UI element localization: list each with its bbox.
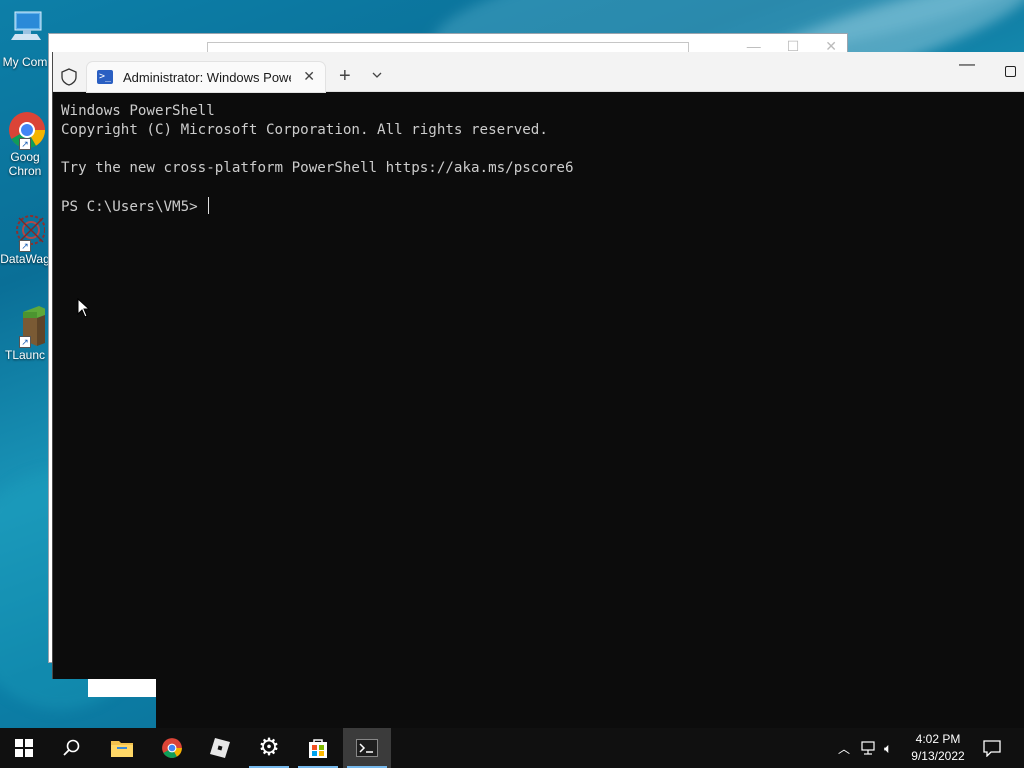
maximize-button[interactable]	[1005, 66, 1016, 77]
chrome-icon: ↗	[5, 108, 46, 150]
prompt-text: PS C:\Users\VM5>	[61, 199, 207, 215]
close-tab-icon[interactable]: ✕	[303, 68, 315, 85]
windows-logo-icon	[15, 739, 33, 757]
console-output[interactable]: Windows PowerShell Copyright (C) Microsof…	[61, 102, 1011, 217]
mouse-pointer-icon	[77, 298, 91, 318]
clock-date: 9/13/2022	[911, 749, 965, 763]
prompt-line[interactable]: PS C:\Users\VM5>	[61, 197, 1011, 217]
roblox-icon	[210, 738, 230, 758]
terminal-icon	[356, 739, 378, 757]
window-fragment	[88, 679, 156, 697]
clock-time: 4:02 PM	[915, 732, 961, 746]
powershell-icon: >_	[97, 70, 113, 84]
search-icon	[63, 739, 80, 756]
taskbar-chrome[interactable]	[148, 728, 196, 768]
console-line: Copyright (C) Microsoft Corporation. All…	[61, 122, 548, 138]
minimize-button[interactable]: —	[959, 56, 975, 74]
chrome-icon	[162, 738, 182, 758]
taskbar-store[interactable]	[294, 728, 342, 768]
chevron-up-icon[interactable]: ︿	[838, 740, 850, 757]
action-center-button[interactable]	[970, 728, 1014, 768]
folder-icon	[111, 741, 133, 757]
desktop-icon-label: Goog Chron	[8, 150, 42, 178]
network-icon[interactable]	[860, 740, 878, 756]
system-tray: ︿ 🔈︎	[838, 728, 892, 768]
text-caret	[208, 197, 210, 214]
tab-title: Administrator: Windows Powe	[123, 69, 291, 85]
shortcut-arrow-icon: ↗	[19, 138, 31, 150]
volume-icon[interactable]: 🔈︎	[884, 740, 892, 757]
taskbar-clock[interactable]: 4:02 PM 9/13/2022	[906, 731, 970, 765]
search-button[interactable]	[48, 728, 96, 768]
shield-icon	[61, 68, 77, 86]
console-line: Try the new cross-platform PowerShell ht…	[61, 160, 574, 176]
taskbar-terminal[interactable]	[343, 728, 391, 768]
console-line: Windows PowerShell	[61, 103, 215, 119]
start-button[interactable]	[0, 728, 48, 768]
window-fragment	[156, 679, 1024, 728]
desktop-icon-label: DataWag	[0, 252, 50, 266]
terminal-window[interactable]: >_ Administrator: Windows Powe ✕ + — Win…	[52, 52, 1024, 679]
desktop-icon-datawag[interactable]: ↗ DataWag	[0, 210, 50, 266]
desktop-icon-label: TLaunc	[4, 348, 46, 362]
taskbar-settings[interactable]: ⚙	[245, 728, 293, 768]
desktop-icon-label: My Com	[2, 55, 48, 69]
computer-icon	[0, 10, 50, 53]
tlauncher-icon: ↗	[5, 306, 53, 348]
desktop-icon-google-chrome[interactable]: ↗ Goog Chron	[0, 108, 50, 178]
desktop-icon-my-computer[interactable]: My Com	[0, 10, 50, 69]
new-tab-button[interactable]: +	[339, 66, 351, 86]
tab-administrator-powershell[interactable]: >_ Administrator: Windows Powe ✕	[87, 62, 325, 92]
shortcut-arrow-icon: ↗	[19, 240, 31, 252]
taskbar: ⚙ ︿ 🔈︎ 4:02 PM 9/13/2022	[0, 728, 1024, 768]
terminal-titlebar[interactable]: >_ Administrator: Windows Powe ✕ + —	[53, 52, 1024, 92]
taskbar-roblox[interactable]	[196, 728, 244, 768]
desktop-icon-tlauncher[interactable]: ↗ TLaunc	[0, 306, 53, 362]
chevron-down-icon[interactable]	[371, 69, 383, 81]
settings-icon: ⚙	[258, 734, 280, 761]
store-icon	[309, 739, 327, 758]
notification-icon	[983, 740, 1001, 757]
datawag-icon: ↗	[5, 210, 46, 252]
shortcut-arrow-icon: ↗	[19, 336, 31, 348]
taskbar-file-explorer[interactable]	[98, 728, 146, 768]
